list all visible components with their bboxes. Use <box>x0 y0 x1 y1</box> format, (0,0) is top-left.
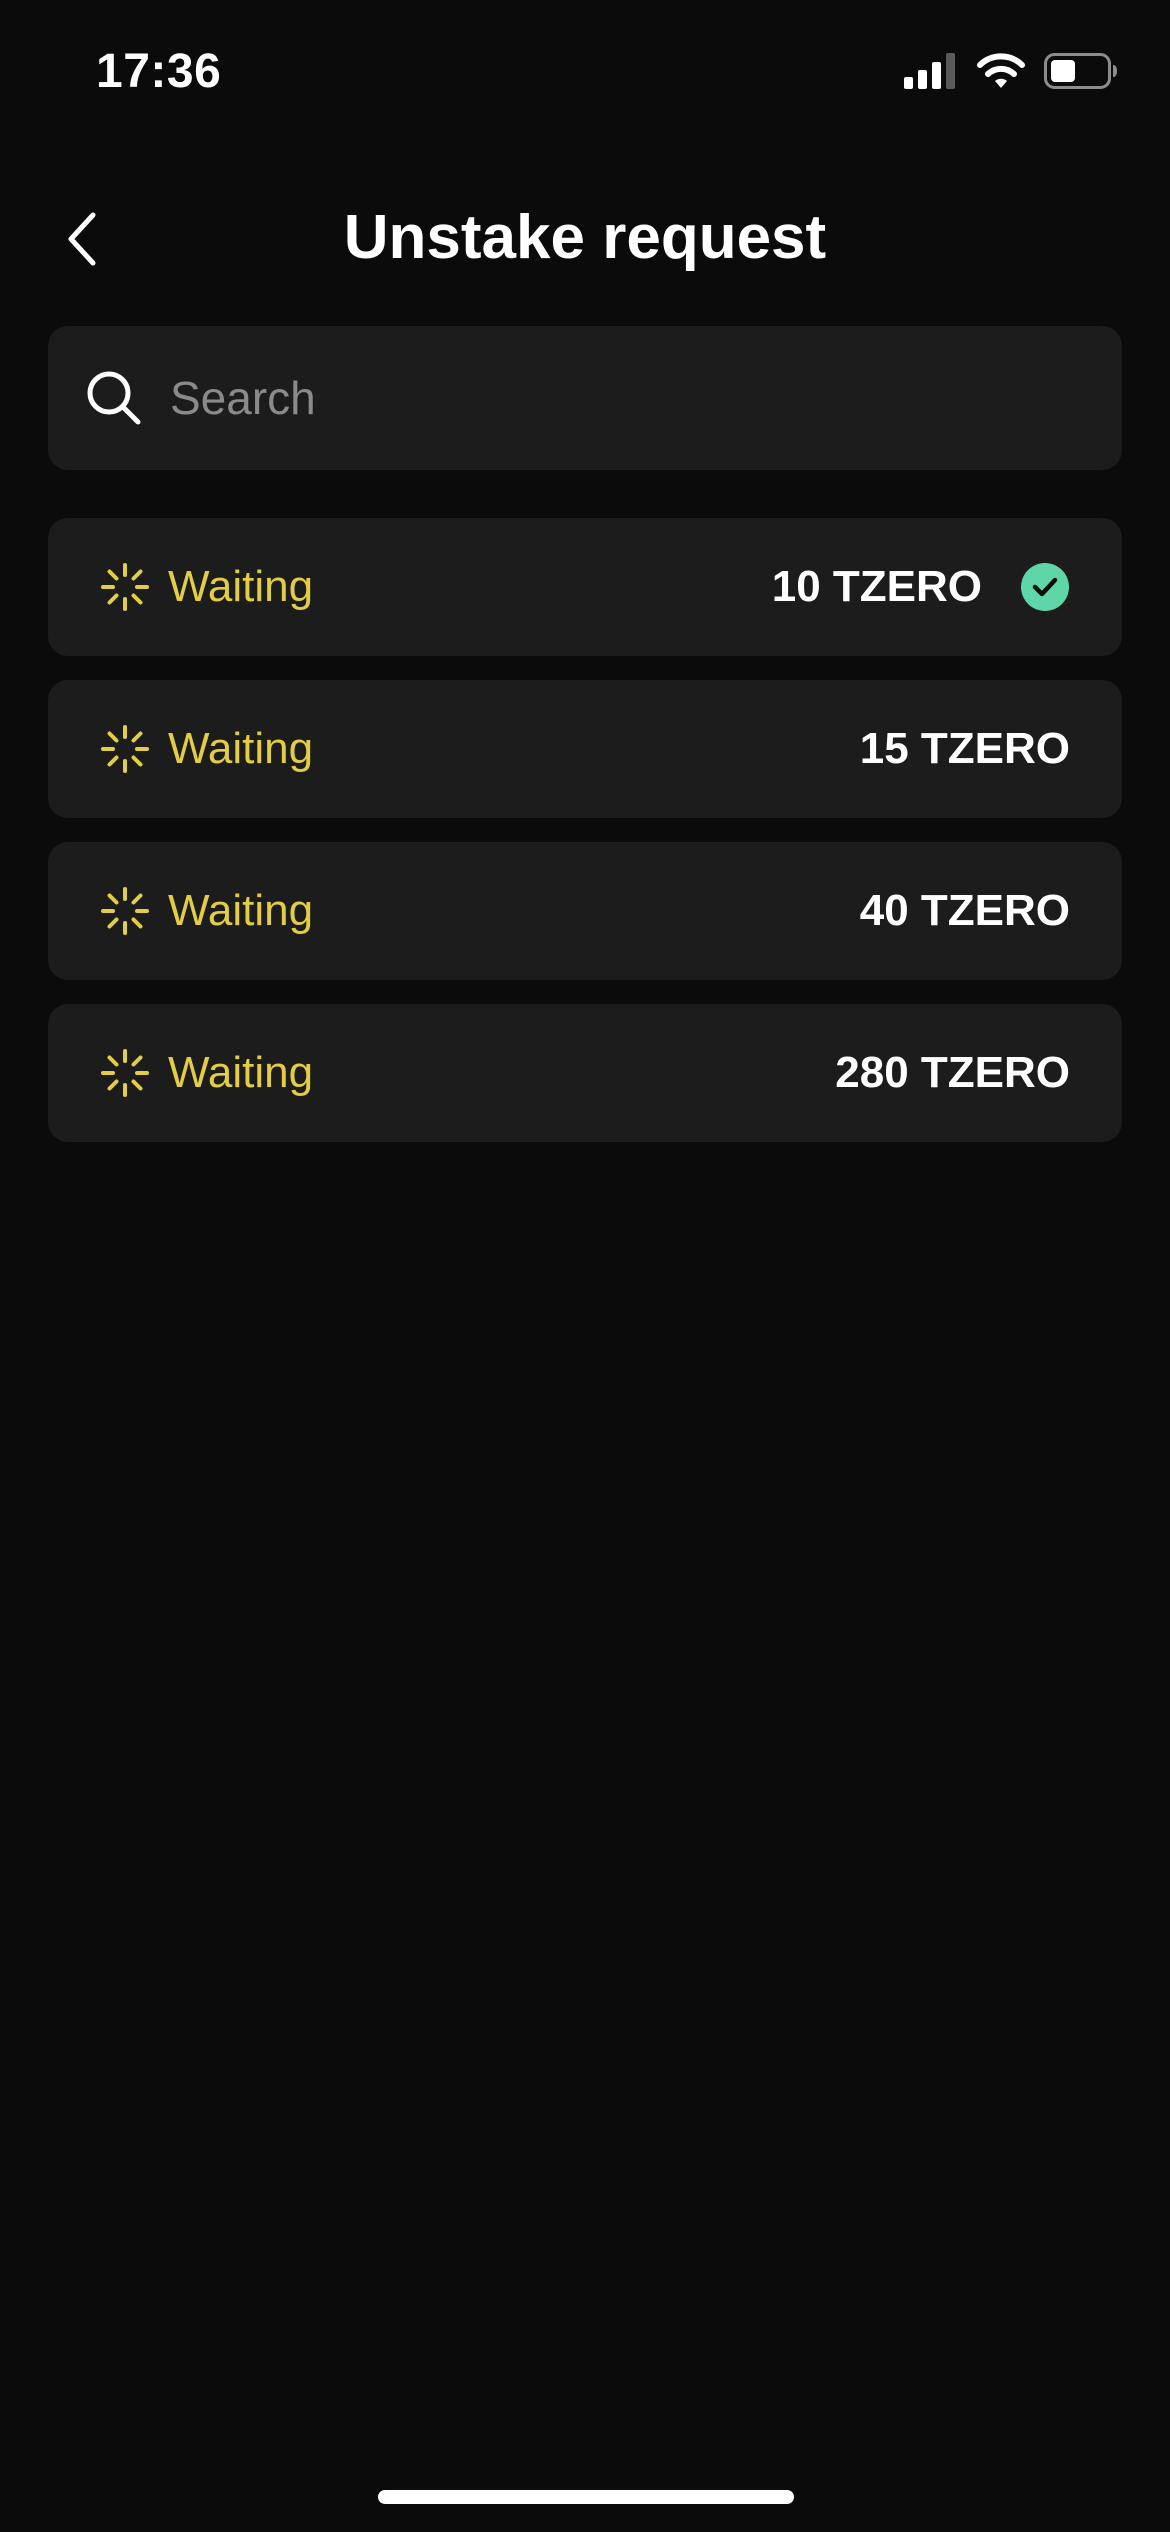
spinner-icon <box>100 886 150 936</box>
spinner-icon <box>100 562 150 612</box>
status-bar: 17:36 <box>0 0 1170 150</box>
page-title: Unstake request <box>343 203 827 272</box>
status-label: Waiting <box>168 724 314 773</box>
request-row[interactable]: Waiting 40 TZERO <box>48 842 1122 980</box>
request-row[interactable]: Waiting 10 TZERO <box>48 518 1122 656</box>
battery-icon <box>1044 53 1118 94</box>
status-label: Waiting <box>168 1048 314 1097</box>
home-indicator[interactable] <box>378 2490 794 2504</box>
status-indicator: Waiting <box>100 724 313 774</box>
amount-label: 280 TZERO <box>835 1048 1070 1097</box>
status-label: Waiting <box>168 886 314 935</box>
status-indicator: Waiting <box>100 886 313 936</box>
check-circle-icon <box>1020 562 1070 612</box>
amount-label: 15 TZERO <box>859 724 1070 773</box>
search-icon <box>84 368 144 428</box>
status-indicator: Waiting <box>100 1048 313 1098</box>
status-label: Waiting <box>168 562 314 611</box>
wifi-icon <box>976 52 1026 95</box>
spinner-icon <box>100 724 150 774</box>
spinner-icon <box>100 1048 150 1098</box>
request-row[interactable]: Waiting 280 TZERO <box>48 1004 1122 1142</box>
status-indicator: Waiting <box>100 562 313 612</box>
search-bar[interactable] <box>48 326 1122 470</box>
search-input[interactable] <box>168 357 1122 439</box>
status-time: 17:36 <box>96 45 222 98</box>
request-list: Waiting 10 TZERO Waiting 15 TZERO Waitin… <box>48 518 1122 1166</box>
cellular-signal-icon <box>904 53 958 94</box>
amount-label: 40 TZERO <box>859 886 1070 935</box>
status-icons <box>904 52 1118 95</box>
header: Unstake request <box>0 180 1170 300</box>
amount-label: 10 TZERO <box>771 562 982 611</box>
request-row[interactable]: Waiting 15 TZERO <box>48 680 1122 818</box>
